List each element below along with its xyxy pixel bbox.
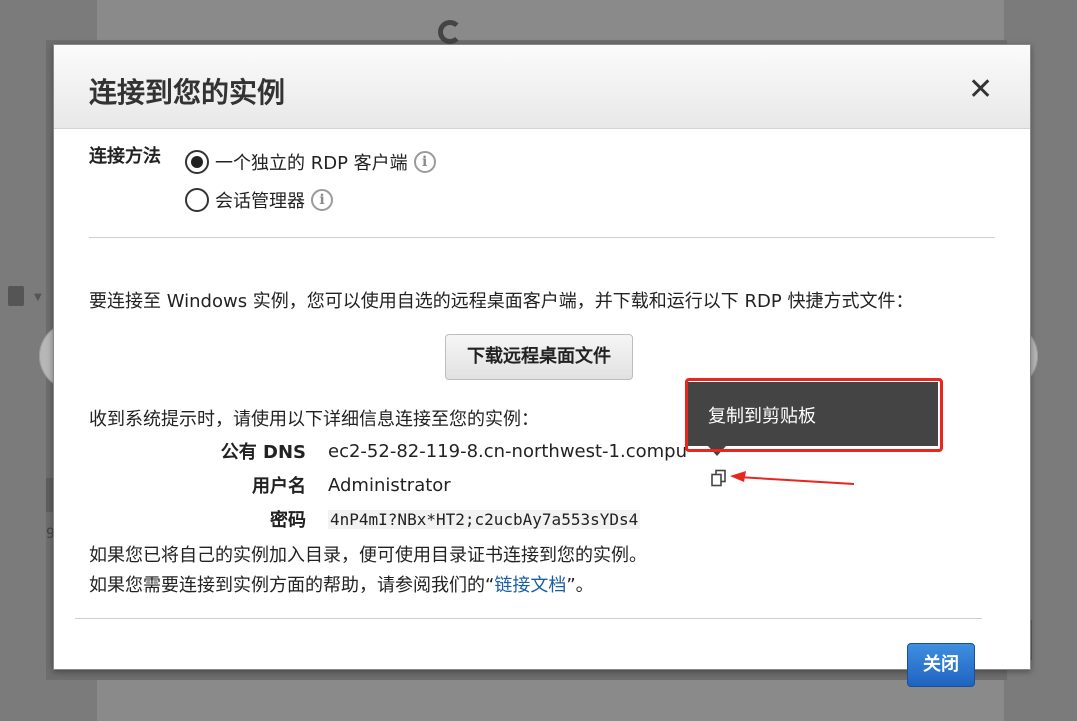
dialog-header: 连接到您的实例 ✕ bbox=[54, 45, 1030, 129]
radio-rdp-client[interactable] bbox=[185, 150, 209, 174]
help-note-prefix: 如果您需要连接到实例方面的帮助，请参阅我们的“ bbox=[89, 575, 495, 596]
annotation-highlight-box bbox=[685, 378, 943, 452]
close-icon[interactable]: ✕ bbox=[968, 75, 993, 105]
option-label: 会话管理器 bbox=[215, 191, 305, 212]
directory-note: 如果您已将自己的实例加入目录，便可使用目录证书连接到您的实例。 bbox=[89, 545, 647, 566]
info-icon[interactable]: i bbox=[413, 151, 436, 173]
connect-instance-dialog: 连接到您的实例 ✕ 连接方法 一个独立的 RDP 客户端 i 会话管理器 i 要… bbox=[53, 44, 1031, 687]
password-label: 密码 bbox=[270, 510, 306, 531]
copy-icon[interactable] bbox=[710, 469, 728, 487]
loading-spinner-icon bbox=[438, 20, 462, 44]
dialog-title: 连接到您的实例 bbox=[89, 76, 286, 109]
divider bbox=[89, 237, 995, 238]
password-value: 4nP4mI?NBx*HT2;c2ucbAy7a553sYDs4 bbox=[328, 510, 641, 529]
divider bbox=[75, 618, 982, 619]
public-dns-value: ec2-52-82-119-8.cn-northwest-1.compute bbox=[328, 441, 686, 462]
download-rdp-file-button[interactable]: 下载远程桌面文件 bbox=[445, 334, 633, 380]
option-label: 一个独立的 RDP 客户端 bbox=[215, 153, 408, 174]
option-rdp-client[interactable]: 一个独立的 RDP 客户端 i bbox=[185, 147, 436, 177]
documentation-link[interactable]: 链接文档 bbox=[494, 575, 566, 596]
connection-method-label: 连接方法 bbox=[89, 146, 161, 167]
caret-down-icon: ▼ bbox=[34, 292, 42, 303]
username-value: Administrator bbox=[328, 475, 451, 496]
help-note: 如果您需要连接到实例方面的帮助，请参阅我们的“链接文档”。 bbox=[89, 571, 594, 597]
public-dns-label: 公有 DNS bbox=[220, 442, 306, 463]
annotation-arrow-icon bbox=[730, 471, 855, 485]
radio-session-manager[interactable] bbox=[185, 188, 209, 212]
document-icon bbox=[8, 286, 24, 306]
username-label: 用户名 bbox=[252, 476, 306, 497]
close-button[interactable]: 关闭 bbox=[907, 643, 975, 687]
option-session-manager[interactable]: 会话管理器 i bbox=[185, 185, 333, 215]
info-icon[interactable]: i bbox=[311, 189, 333, 211]
rdp-description: 要连接至 Windows 实例，您可以使用自选的远程桌面客户端，并下载和运行以下… bbox=[89, 291, 914, 312]
credentials-prompt: 收到系统提示时，请使用以下详细信息连接至您的实例： bbox=[89, 409, 539, 430]
help-note-suffix: ”。 bbox=[566, 575, 594, 596]
